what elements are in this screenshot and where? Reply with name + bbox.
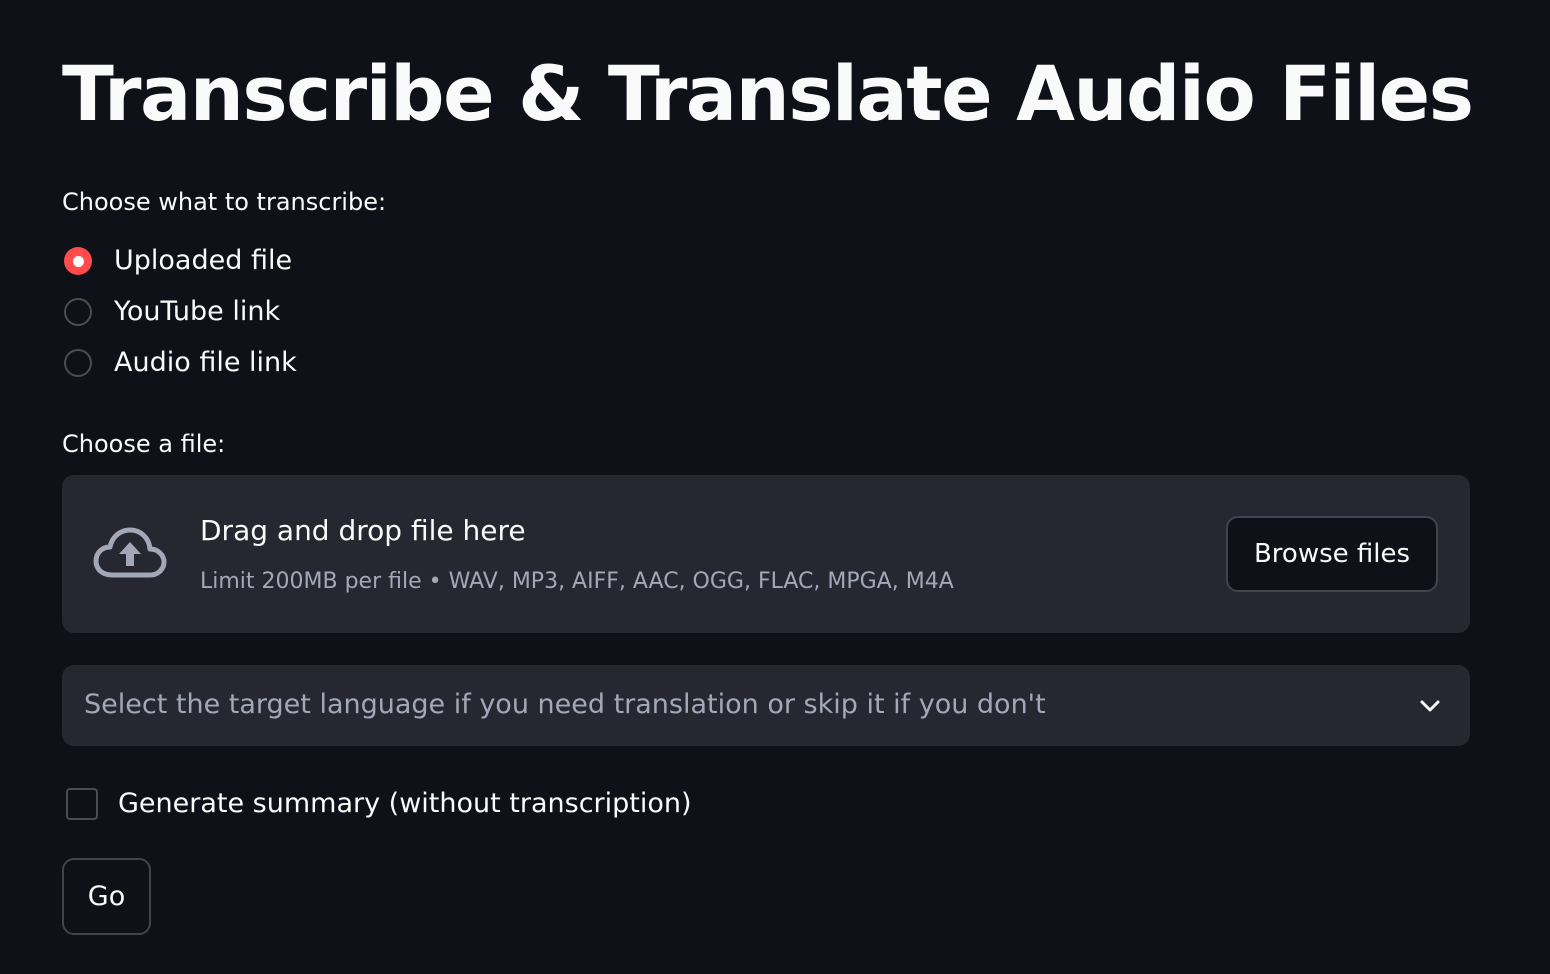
page-title: Transcribe & Translate Audio Files — [62, 49, 1474, 138]
generate-summary-label: Generate summary (without transcription) — [118, 788, 692, 819]
dropzone-limit-text: Limit 200MB per file • WAV, MP3, AIFF, A… — [200, 569, 954, 594]
radio-button[interactable] — [64, 349, 92, 377]
radio-option-uploaded-file[interactable]: Uploaded file — [64, 241, 292, 281]
target-language-select[interactable]: Select the target language if you need t… — [62, 665, 1470, 746]
radio-button-selected[interactable] — [64, 247, 92, 275]
radio-option-youtube-link[interactable]: YouTube link — [64, 292, 280, 332]
source-radio-label: Choose what to transcribe: — [62, 188, 387, 216]
file-dropzone[interactable]: Drag and drop file here Limit 200MB per … — [62, 475, 1470, 633]
radio-button[interactable] — [64, 298, 92, 326]
radio-option-label: YouTube link — [114, 296, 281, 327]
radio-option-label: Audio file link — [114, 347, 297, 378]
target-language-placeholder: Select the target language if you need t… — [84, 689, 1046, 720]
radio-option-audio-file-link[interactable]: Audio file link — [64, 343, 297, 383]
radio-option-label: Uploaded file — [114, 245, 293, 276]
file-uploader-label: Choose a file: — [62, 430, 226, 458]
generate-summary-checkbox-row[interactable]: Generate summary (without transcription) — [66, 784, 692, 824]
chevron-down-icon — [1420, 700, 1440, 712]
browse-files-button[interactable]: Browse files — [1226, 516, 1438, 592]
generate-summary-checkbox[interactable] — [66, 788, 98, 820]
dropzone-instruction: Drag and drop file here — [200, 514, 526, 547]
cloud-upload-icon — [93, 527, 167, 578]
go-button[interactable]: Go — [62, 858, 151, 935]
app-page: Transcribe & Translate Audio Files Choos… — [0, 0, 1550, 974]
radio-dot — [72, 255, 84, 267]
